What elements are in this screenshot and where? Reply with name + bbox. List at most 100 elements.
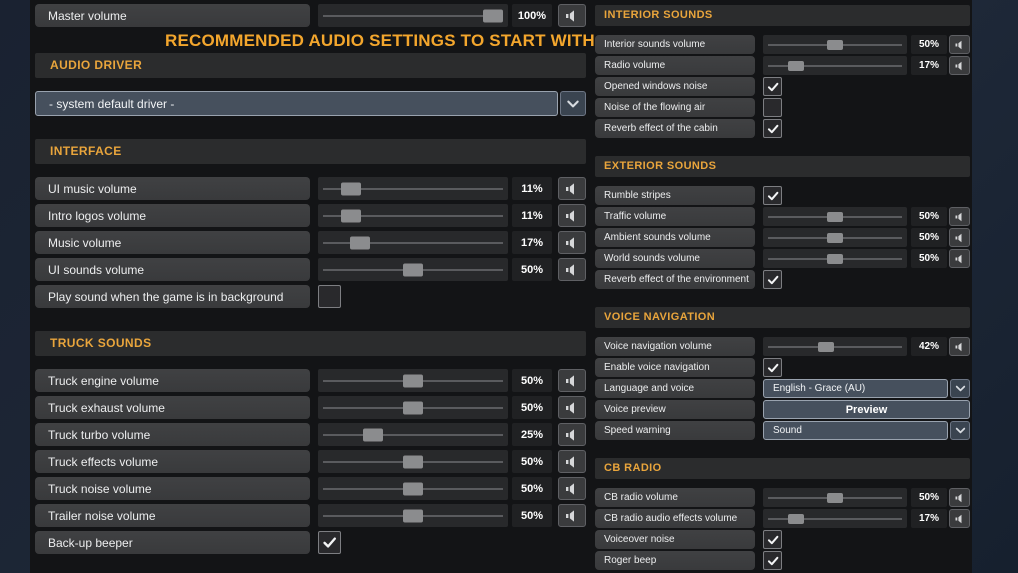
settings-row: Back-up beeper [35, 531, 586, 554]
slider-track [323, 433, 503, 436]
volume-slider[interactable] [318, 504, 508, 527]
volume-slider[interactable] [318, 396, 508, 419]
volume-slider[interactable] [318, 423, 508, 446]
volume-slider[interactable] [763, 35, 907, 54]
volume-slider[interactable] [318, 204, 508, 227]
volume-slider[interactable] [763, 207, 907, 226]
section-truck-sounds: TRUCK SOUNDS Truck engine volume 50% Truck … [35, 331, 586, 554]
check-icon [766, 122, 780, 136]
volume-slider[interactable] [318, 177, 508, 200]
speaker-button[interactable] [558, 477, 586, 500]
speaker-button[interactable] [558, 423, 586, 446]
volume-slider[interactable] [763, 488, 907, 507]
slider-handle[interactable] [827, 39, 843, 50]
checkbox[interactable] [763, 119, 782, 138]
speaker-button[interactable] [558, 4, 586, 27]
settings-row: Music volume 17% [35, 231, 586, 254]
checkbox[interactable] [318, 285, 341, 308]
settings-row: Truck engine volume 50% [35, 369, 586, 392]
checkbox[interactable] [763, 77, 782, 96]
slider-handle[interactable] [340, 209, 361, 222]
check-icon [321, 534, 338, 551]
value-percent: 50% [512, 396, 552, 419]
speaker-button[interactable] [949, 509, 970, 528]
speaker-button[interactable] [949, 488, 970, 507]
dropdown-chevron-button[interactable] [560, 91, 586, 116]
speaker-icon [564, 8, 580, 24]
preview-button[interactable]: Preview [763, 400, 970, 419]
checkbox[interactable] [763, 358, 782, 377]
speaker-button[interactable] [558, 258, 586, 281]
slider-handle[interactable] [403, 263, 423, 276]
volume-slider[interactable] [318, 231, 508, 254]
volume-slider[interactable] [763, 509, 907, 528]
dropdown-chevron-button[interactable] [950, 379, 970, 398]
setting-label: Ambient sounds volume [595, 228, 755, 247]
slider-handle[interactable] [350, 236, 371, 249]
volume-slider[interactable] [763, 228, 907, 247]
dropdown[interactable]: Sound [763, 421, 948, 440]
speaker-button[interactable] [949, 56, 970, 75]
settings-row: Truck turbo volume 25% [35, 423, 586, 446]
slider-handle[interactable] [483, 9, 503, 22]
speaker-button[interactable] [949, 249, 970, 268]
speaker-button[interactable] [558, 504, 586, 527]
slider-handle[interactable] [340, 182, 361, 195]
value-percent: 100% [512, 4, 552, 27]
settings-row: Reverb effect of the environment [595, 270, 970, 289]
speaker-button[interactable] [558, 369, 586, 392]
volume-slider[interactable] [763, 249, 907, 268]
slider-handle[interactable] [817, 341, 834, 352]
speaker-icon [564, 262, 580, 278]
setting-label: Radio volume [595, 56, 755, 75]
volume-slider[interactable] [763, 56, 907, 75]
slider-handle[interactable] [363, 428, 383, 441]
speaker-button[interactable] [558, 450, 586, 473]
speaker-button[interactable] [558, 177, 586, 200]
section-exterior-sounds: EXTERIOR SOUNDS Rumble stripes Traffic vol… [595, 156, 970, 289]
volume-slider[interactable] [763, 337, 907, 356]
speaker-icon [564, 181, 580, 197]
volume-slider[interactable] [318, 258, 508, 281]
setting-label: Language and voice [595, 379, 755, 398]
speaker-icon [564, 454, 580, 470]
slider-handle[interactable] [403, 509, 423, 522]
speaker-button[interactable] [558, 204, 586, 227]
settings-row: Master volume 100% [35, 4, 586, 27]
checkbox[interactable] [763, 98, 782, 117]
slider-handle[interactable] [403, 401, 423, 414]
settings-row: Roger beep [595, 551, 970, 570]
speaker-button[interactable] [949, 207, 970, 226]
slider-handle[interactable] [403, 455, 423, 468]
volume-slider[interactable] [318, 450, 508, 473]
value-percent: 50% [911, 249, 947, 268]
volume-slider[interactable] [318, 369, 508, 392]
speaker-button[interactable] [558, 396, 586, 419]
section-audio-driver: AUDIO DRIVER - system default driver - [35, 53, 586, 116]
master-volume-row: Master volume 100% [35, 4, 586, 27]
slider-handle[interactable] [827, 211, 843, 222]
checkbox[interactable] [763, 270, 782, 289]
setting-label: CB radio audio effects volume [595, 509, 755, 528]
volume-slider[interactable] [318, 477, 508, 500]
slider-handle[interactable] [827, 232, 843, 243]
checkbox[interactable] [763, 551, 782, 570]
slider-handle[interactable] [788, 513, 805, 524]
volume-slider[interactable] [318, 4, 508, 27]
dropdown[interactable]: - system default driver - [35, 91, 558, 116]
slider-handle[interactable] [403, 374, 423, 387]
slider-handle[interactable] [827, 253, 843, 264]
speaker-button[interactable] [949, 228, 970, 247]
slider-handle[interactable] [827, 492, 843, 503]
checkbox[interactable] [763, 186, 782, 205]
speaker-button[interactable] [949, 337, 970, 356]
speaker-icon [954, 341, 966, 353]
checkbox[interactable] [763, 530, 782, 549]
speaker-button[interactable] [949, 35, 970, 54]
dropdown-chevron-button[interactable] [950, 421, 970, 440]
slider-handle[interactable] [403, 482, 423, 495]
checkbox[interactable] [318, 531, 341, 554]
dropdown[interactable]: English - Grace (AU) [763, 379, 948, 398]
speaker-button[interactable] [558, 231, 586, 254]
slider-handle[interactable] [788, 60, 805, 71]
